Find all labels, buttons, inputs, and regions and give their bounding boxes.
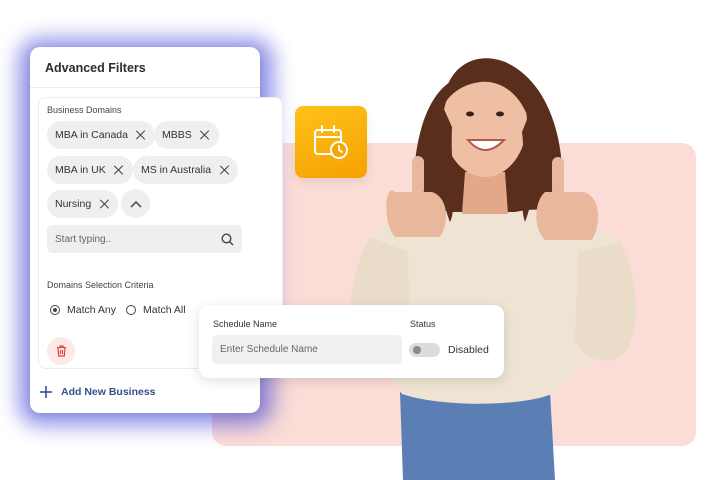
calendar-clock-icon — [314, 125, 348, 159]
person-photo — [350, 58, 637, 480]
chip-label: MBA in UK — [55, 164, 106, 176]
close-icon[interactable] — [219, 165, 229, 175]
radio-unselected-icon[interactable] — [126, 305, 136, 315]
chip-mba-canada[interactable]: MBA in Canada — [47, 121, 155, 149]
radio-selected-icon[interactable] — [50, 305, 60, 315]
schedule-name-field[interactable] — [212, 335, 402, 364]
add-new-business-button[interactable]: Add New Business — [40, 386, 156, 398]
chip-mbbs[interactable]: MBBS — [154, 121, 219, 149]
chip-ms-australia[interactable]: MS in Australia — [133, 156, 239, 184]
radio-label: Match All — [143, 304, 186, 316]
collapse-chips-button[interactable] — [121, 189, 150, 218]
chip-nursing[interactable]: Nursing — [47, 190, 119, 218]
schedule-name-input[interactable] — [220, 344, 400, 355]
chevron-up-icon — [129, 200, 142, 208]
divider — [30, 87, 260, 88]
close-icon[interactable] — [99, 199, 109, 209]
chip-label: MS in Australia — [141, 164, 212, 176]
panel-title: Advanced Filters — [45, 61, 146, 75]
search-icon — [221, 232, 234, 245]
criteria-label: Domains Selection Criteria — [47, 280, 154, 290]
add-new-business-label: Add New Business — [61, 386, 156, 398]
chip-label: MBBS — [162, 129, 192, 141]
status-value: Disabled — [448, 344, 489, 356]
status-label: Status — [410, 319, 436, 329]
radio-label: Match Any — [67, 304, 117, 316]
business-domains-label: Business Domains — [47, 105, 122, 115]
chip-label: MBA in Canada — [55, 129, 128, 141]
trash-icon — [56, 345, 66, 357]
status-toggle[interactable] — [409, 343, 440, 357]
chip-mba-uk[interactable]: MBA in UK — [47, 156, 133, 184]
schedule-name-label: Schedule Name — [213, 319, 278, 329]
close-icon[interactable] — [114, 165, 124, 175]
close-icon[interactable] — [136, 130, 146, 140]
delete-button[interactable] — [47, 337, 75, 365]
close-icon[interactable] — [200, 130, 210, 140]
schedule-card: Schedule Name Status Disabled — [199, 305, 504, 378]
radio-match-any[interactable]: Match Any — [50, 304, 116, 316]
plus-icon — [40, 386, 52, 398]
domain-search-field[interactable] — [47, 225, 242, 253]
domain-search-input[interactable] — [55, 233, 205, 245]
chip-label: Nursing — [55, 198, 92, 210]
schedule-badge — [295, 106, 367, 178]
radio-match-all[interactable]: Match All — [126, 304, 186, 316]
